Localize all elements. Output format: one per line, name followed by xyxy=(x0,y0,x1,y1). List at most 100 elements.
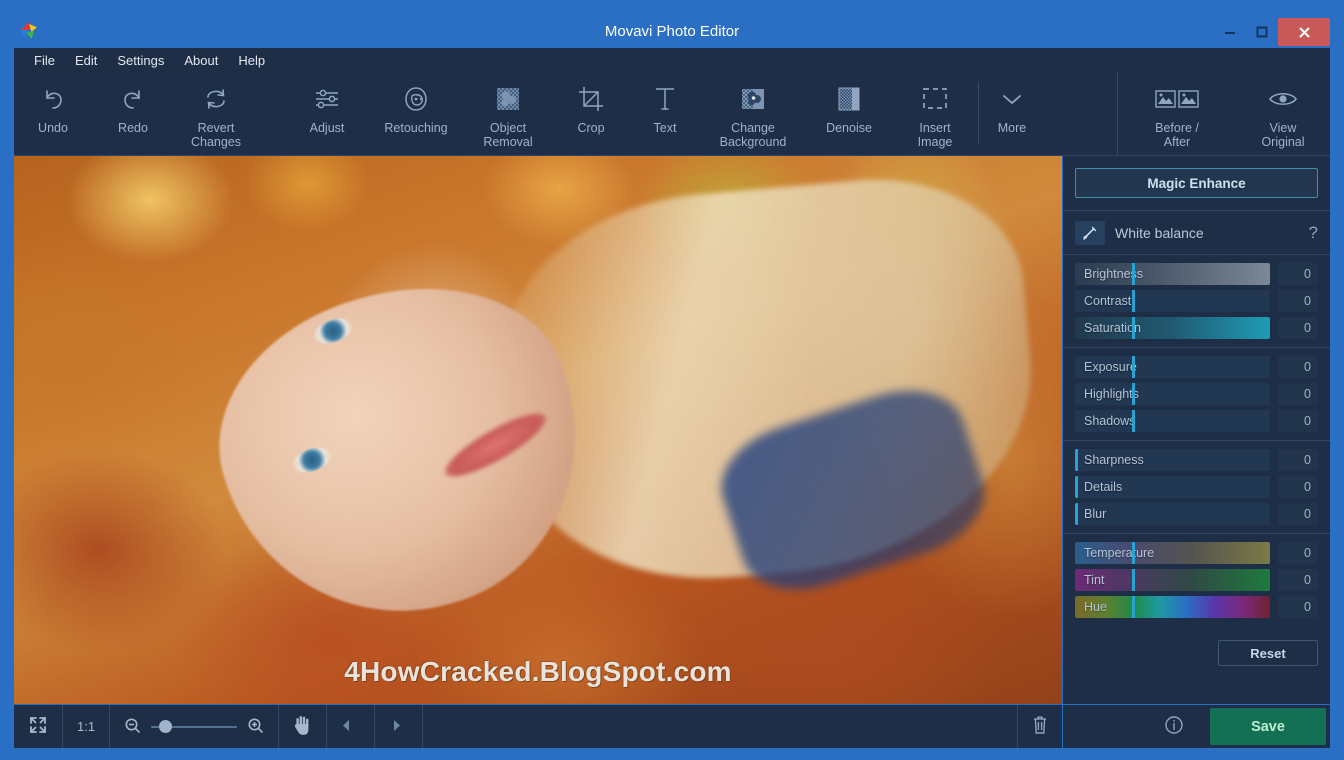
slider-track-shadows[interactable]: Shadows xyxy=(1075,410,1270,432)
slider-track-details[interactable]: Details xyxy=(1075,476,1270,498)
slider-handle[interactable] xyxy=(1075,503,1078,525)
maximize-button[interactable] xyxy=(1246,18,1278,46)
slider-value-exposure[interactable]: 0 xyxy=(1278,356,1318,378)
slider-value-saturation[interactable]: 0 xyxy=(1278,317,1318,339)
slider-track-sharpness[interactable]: Sharpness xyxy=(1075,449,1270,471)
slider-group-tone: Brightness 0 Contrast 0 Saturation 0 xyxy=(1063,255,1330,348)
magic-enhance-button[interactable]: Magic Enhance xyxy=(1075,168,1318,198)
slider-track-brightness[interactable]: Brightness xyxy=(1075,263,1270,285)
slider-value-sharpness[interactable]: 0 xyxy=(1278,449,1318,471)
tool-retouching[interactable]: Retouching xyxy=(368,72,464,155)
eyedropper-icon[interactable] xyxy=(1075,220,1105,245)
slider-value-blur[interactable]: 0 xyxy=(1278,503,1318,525)
tool-denoise[interactable]: Denoise xyxy=(806,72,892,155)
slider-handle[interactable] xyxy=(1131,410,1135,432)
tool-label: Change Background xyxy=(719,121,787,149)
fit-to-screen-icon xyxy=(28,715,48,738)
slider-handle[interactable] xyxy=(1131,290,1135,312)
window-controls xyxy=(1214,18,1330,46)
tool-before-after[interactable]: Before / After xyxy=(1118,72,1236,155)
slider-label: Tint xyxy=(1084,573,1105,587)
slider-value-brightness[interactable]: 0 xyxy=(1278,263,1318,285)
slider-handle[interactable] xyxy=(1131,317,1135,339)
bottom-spacer xyxy=(423,705,1018,748)
tool-view-original[interactable]: View Original xyxy=(1236,72,1330,155)
tool-undo[interactable]: Undo xyxy=(14,72,92,155)
slider-value-details[interactable]: 0 xyxy=(1278,476,1318,498)
minimize-button[interactable] xyxy=(1214,18,1246,46)
bottom-left-controls: 1:1 xyxy=(14,705,1062,748)
slider-value-temperature[interactable]: 0 xyxy=(1278,542,1318,564)
slider-handle[interactable] xyxy=(1131,596,1135,618)
slider-group-detail: Sharpness 0 Details 0 Blur 0 xyxy=(1063,441,1330,534)
rotate-right-button[interactable] xyxy=(375,705,424,748)
slider-track-contrast[interactable]: Contrast xyxy=(1075,290,1270,312)
slider-value-highlights[interactable]: 0 xyxy=(1278,383,1318,405)
history-toolgroup: Undo Redo Revert Changes xyxy=(14,72,258,155)
menu-item-about[interactable]: About xyxy=(174,50,228,71)
tool-change-background[interactable]: Change Background xyxy=(700,72,806,155)
delete-button[interactable] xyxy=(1018,705,1062,748)
slider-value-shadows[interactable]: 0 xyxy=(1278,410,1318,432)
slider-track-highlights[interactable]: Highlights xyxy=(1075,383,1270,405)
slider-value-tint[interactable]: 0 xyxy=(1278,569,1318,591)
slider-handle[interactable] xyxy=(1131,263,1135,285)
slider-handle[interactable] xyxy=(1131,356,1135,378)
hand-pan-button[interactable] xyxy=(279,705,328,748)
slider-track-blur[interactable]: Blur xyxy=(1075,503,1270,525)
tool-label: Insert Image xyxy=(917,121,953,149)
slider-handle[interactable] xyxy=(1131,542,1135,564)
help-question-icon[interactable]: ? xyxy=(1309,223,1318,243)
slider-handle[interactable] xyxy=(1075,449,1078,471)
zoom-ratio-button[interactable]: 1:1 xyxy=(63,705,111,748)
tool-crop[interactable]: Crop xyxy=(552,72,630,155)
save-button[interactable]: Save xyxy=(1210,708,1326,745)
menu-item-settings[interactable]: Settings xyxy=(107,50,174,71)
slider-group-exposure: Exposure 0 Highlights 0 Shadows 0 xyxy=(1063,348,1330,441)
slider-value-contrast[interactable]: 0 xyxy=(1278,290,1318,312)
menu-item-help[interactable]: Help xyxy=(228,50,275,71)
zoom-slider[interactable] xyxy=(151,719,238,735)
menu-item-file[interactable]: File xyxy=(24,50,65,71)
slider-track-tint[interactable]: Tint xyxy=(1075,569,1270,591)
slider-label: Exposure xyxy=(1084,360,1137,374)
revert-circular-arrows-icon xyxy=(203,84,229,114)
reset-section: Reset xyxy=(1063,626,1330,704)
title-bar: Movavi Photo Editor xyxy=(14,16,1330,48)
slider-handle[interactable] xyxy=(1075,476,1078,498)
fit-to-screen-button[interactable] xyxy=(14,705,63,748)
tool-label: Retouching xyxy=(384,121,448,135)
sliders-icon xyxy=(313,84,341,114)
tool-text[interactable]: Text xyxy=(630,72,700,155)
tool-redo[interactable]: Redo xyxy=(92,72,174,155)
slider-track-hue[interactable]: Hue xyxy=(1075,596,1270,618)
slider-handle[interactable] xyxy=(1131,569,1135,591)
tool-label: Revert Changes xyxy=(190,121,242,149)
rotate-left-button[interactable] xyxy=(327,705,376,748)
zoom-in-icon[interactable] xyxy=(247,717,264,737)
slider-track-saturation[interactable]: Saturation xyxy=(1075,317,1270,339)
window-title: Movavi Photo Editor xyxy=(604,23,740,40)
tool-insert-image[interactable]: Insert Image xyxy=(892,72,978,155)
image-canvas[interactable]: 4HowCracked.BlogSpot.com xyxy=(14,156,1062,704)
tool-label: Crop xyxy=(577,121,605,135)
slider-value-hue[interactable]: 0 xyxy=(1278,596,1318,618)
tool-object-removal[interactable]: Object Removal xyxy=(464,72,552,155)
tool-adjust[interactable]: Adjust xyxy=(286,72,368,155)
info-button[interactable] xyxy=(1063,705,1206,748)
before-after-icon xyxy=(1155,84,1199,114)
tool-label: View Original xyxy=(1261,121,1305,149)
menu-item-edit[interactable]: Edit xyxy=(65,50,107,71)
slider-handle[interactable] xyxy=(1131,383,1135,405)
zoom-slider-knob[interactable] xyxy=(159,720,173,733)
tool-label: Object Removal xyxy=(483,121,533,149)
tool-revert-changes[interactable]: Revert Changes xyxy=(174,72,258,155)
slider-label: Temperature xyxy=(1084,546,1155,560)
slider-row-exposure: Exposure 0 xyxy=(1075,356,1318,378)
slider-track-temperature[interactable]: Temperature xyxy=(1075,542,1270,564)
close-button[interactable] xyxy=(1278,18,1330,46)
reset-button[interactable]: Reset xyxy=(1218,640,1318,666)
zoom-out-icon[interactable] xyxy=(124,717,141,737)
tool-more[interactable]: More xyxy=(979,72,1045,155)
slider-track-exposure[interactable]: Exposure xyxy=(1075,356,1270,378)
